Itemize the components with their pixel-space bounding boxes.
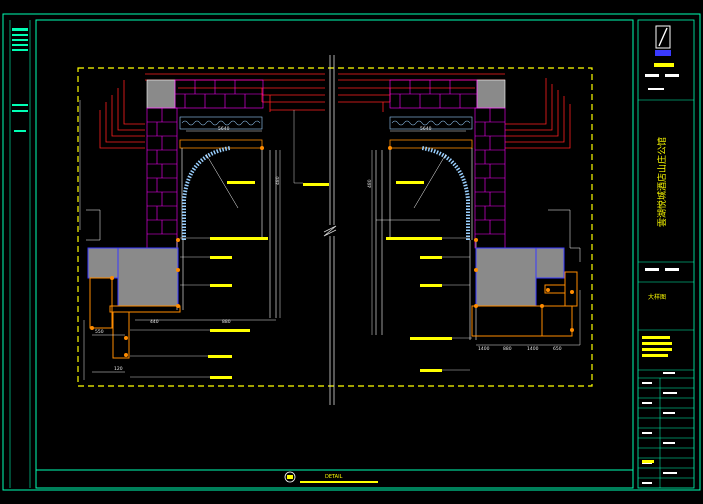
title-band-text: 大样图 — [648, 293, 666, 301]
dim-left-side-b: 120 — [114, 366, 123, 372]
column-right-bottom — [535, 247, 565, 279]
detail-label: DETAIL — [325, 474, 343, 480]
center-break-line — [323, 55, 337, 405]
project-name-vertical: 雲湖悦城酒店山庄公馆 — [656, 137, 668, 227]
company-logo — [654, 25, 674, 67]
column-right-top — [476, 79, 506, 109]
cad-drawing-sheet: 雲湖悦城酒店山庄公馆 大样图 5640 480 440 880 550 120 … — [2, 13, 701, 491]
arch-right — [421, 146, 470, 240]
title-block: 雲湖悦城酒店山庄公馆 大样图 — [637, 19, 695, 489]
dim-left-bottom-b: 880 — [222, 319, 231, 325]
dim-right-mid: 480 — [367, 179, 373, 188]
dim-left-side-a: 550 — [95, 329, 104, 335]
dim-right-bottom-b: 880 — [503, 346, 512, 352]
dim-left-bottom-a: 440 — [150, 319, 159, 325]
dim-right-bottom-d: 650 — [553, 346, 562, 352]
dim-right-bottom-c: 1400 — [527, 346, 539, 352]
dim-right-upper: 5640 — [420, 126, 432, 132]
column-left-bottom — [87, 247, 119, 279]
dim-right-bottom-a: 1400 — [478, 346, 490, 352]
left-plan: 5640 480 440 880 550 120 — [79, 73, 329, 380]
column-left-top — [146, 79, 176, 109]
dim-left-upper: 5640 — [218, 126, 230, 132]
right-plan: 5640 480 1400 880 1400 650 — [338, 73, 581, 372]
detail-title: DETAIL — [284, 471, 378, 483]
arch-left — [182, 146, 231, 240]
left-margin-strip — [9, 20, 31, 488]
dim-left-mid: 480 — [275, 176, 281, 185]
